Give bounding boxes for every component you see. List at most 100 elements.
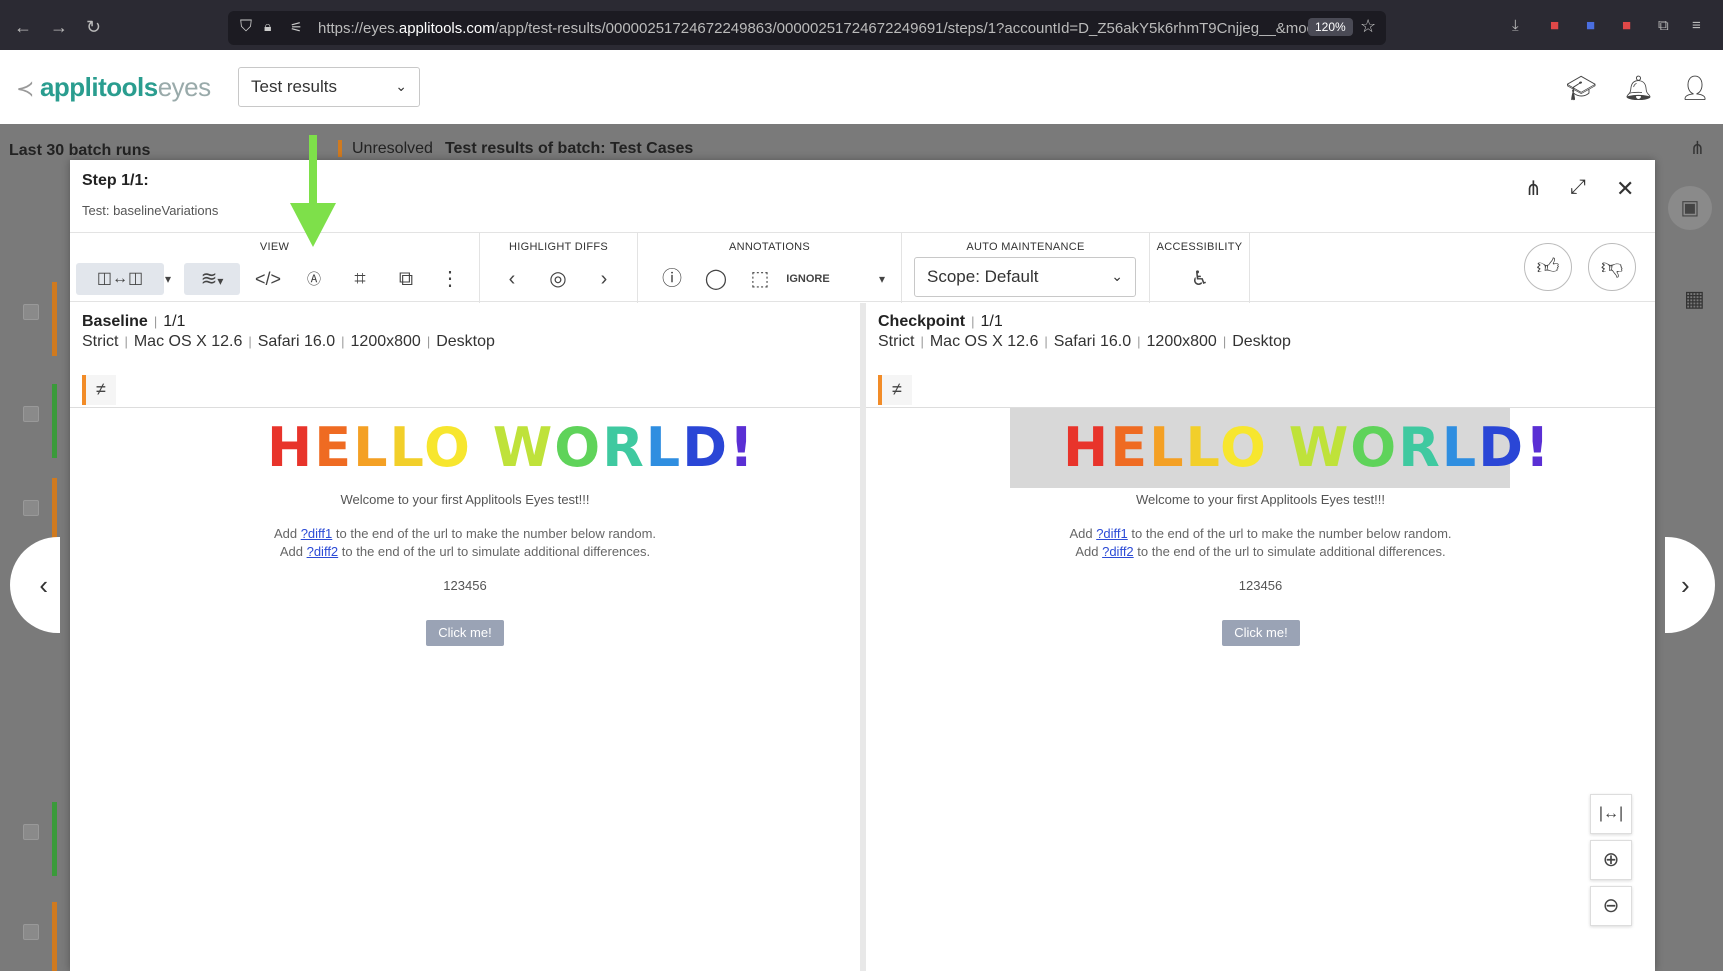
bell-icon[interactable]: 🔔︎ bbox=[1623, 74, 1653, 103]
lock-icon: 🔒︎ bbox=[264, 18, 272, 34]
random-number: 123456 bbox=[1238, 578, 1283, 593]
baseline-pane: Baseline | 1/1 Strict | Mac OS X 12.6 | Safari… bbox=[70, 303, 860, 971]
expand-icon[interactable]: ⤢ bbox=[1570, 176, 1586, 199]
close-icon[interactable]: ✕ bbox=[1616, 176, 1634, 202]
diff1-link[interactable]: ?diff1 bbox=[1096, 526, 1128, 541]
thumbs-down-icon: 👎︎ bbox=[1600, 254, 1624, 279]
checkpoint-screenshot[interactable]: HELLO WORLD! Welcome to your first Appli… bbox=[866, 407, 1655, 971]
fit-width-icon[interactable]: |↔| bbox=[1590, 794, 1632, 834]
reload-icon[interactable]: ↻ bbox=[86, 17, 101, 38]
batch-header: Unresolved Test results of batch: Test Ca… bbox=[338, 140, 693, 158]
diff2-instruction: Add ?diff2 to the end of the url to simu… bbox=[279, 544, 651, 559]
batch-row[interactable] bbox=[0, 794, 68, 884]
welcome-text: Welcome to your first Applitools Eyes te… bbox=[1135, 492, 1386, 507]
address-bar[interactable]: ⛉ 🔒︎ ⚟ https://eyes.applitools.com/app/t… bbox=[228, 11, 1386, 45]
menu-icon[interactable]: ≡ bbox=[1692, 17, 1701, 34]
step-title: Step 1/1: bbox=[82, 172, 149, 189]
view-mode-caret-icon[interactable]: ▾ bbox=[160, 263, 176, 295]
click-me-button[interactable]: Click me! bbox=[426, 620, 504, 646]
logo-mark-icon: ≺ bbox=[16, 76, 34, 101]
table-settings-icon[interactable]: ▦ bbox=[1684, 286, 1705, 312]
not-equal-icon[interactable]: ≠ bbox=[878, 375, 912, 405]
auto-maintenance-group: AUTO MAINTENANCE Scope: Default ⌄ bbox=[902, 233, 1150, 303]
save-icon[interactable]: ▣ bbox=[1668, 186, 1712, 230]
thumbs-up-icon: 👍︎ bbox=[1536, 254, 1560, 279]
baseline-header: Baseline | 1/1 bbox=[82, 313, 186, 330]
batch-runs-title: Last 30 batch runs bbox=[9, 142, 151, 159]
layers-button[interactable]: ≋▾ bbox=[184, 263, 240, 295]
extensions-puzzle-icon[interactable]: ⧉ bbox=[1658, 17, 1669, 34]
annotations-group: ANNOTATIONS ⓘ ◯ ⬚ IGNORE ▾ bbox=[638, 233, 902, 303]
browser-toolbar: ← → ↻ ⛉ 🔒︎ ⚟ https://eyes.applitools.com… bbox=[0, 0, 1723, 50]
permissions-icon[interactable]: ⚟ bbox=[290, 19, 303, 36]
crop-icon[interactable]: ⌗ bbox=[342, 263, 378, 295]
extension-icon-red-2[interactable]: ■ bbox=[1622, 17, 1631, 34]
diff2-link[interactable]: ?diff2 bbox=[307, 544, 339, 559]
more-options-icon[interactable]: ⋮ bbox=[432, 263, 468, 295]
graduation-cap-icon[interactable]: 🎓︎ bbox=[1566, 74, 1596, 103]
highlight-diffs-group: HIGHLIGHT DIFFS ‹ ◎ › bbox=[480, 233, 638, 303]
green-pointer-arrow bbox=[290, 135, 336, 247]
diff2-link[interactable]: ?diff2 bbox=[1102, 544, 1134, 559]
chevron-right-icon: › bbox=[1681, 570, 1690, 600]
applitools-logo[interactable]: ≺ applitoolseyes bbox=[16, 72, 211, 103]
user-settings-icon[interactable]: 👤︎ bbox=[1680, 74, 1710, 103]
thumbs-down-button[interactable]: 👎︎ bbox=[1588, 243, 1636, 291]
welcome-text: Welcome to your first Applitools Eyes te… bbox=[340, 492, 590, 507]
app-header: ≺ applitoolseyes Test results ⌄ 🎓︎ 🔔︎ 👤︎ bbox=[0, 50, 1723, 124]
download-icon[interactable]: ⤓ bbox=[1512, 17, 1519, 34]
previous-diff-icon[interactable]: ‹ bbox=[496, 263, 528, 295]
share-icon[interactable]: ⋔ bbox=[1525, 176, 1542, 201]
layers-icon: ≋ bbox=[200, 268, 218, 290]
not-equal-icon[interactable]: ≠ bbox=[82, 375, 116, 405]
chevron-left-icon: ‹ bbox=[39, 570, 48, 600]
next-diff-icon[interactable]: › bbox=[588, 263, 620, 295]
diff2-instruction: Add ?diff2 to the end of the url to simu… bbox=[1075, 544, 1446, 559]
comment-icon[interactable]: ◯ bbox=[700, 263, 732, 295]
baseline-environment: Strict | Mac OS X 12.6 | Safari 16.0 | 1200x80… bbox=[82, 333, 495, 350]
issue-icon[interactable]: ⓘ bbox=[656, 263, 688, 295]
hello-world-heading: HELLO WORLD! bbox=[267, 416, 756, 479]
section-dropdown[interactable]: Test results ⌄ bbox=[238, 67, 420, 107]
extension-icon-blue[interactable]: ■ bbox=[1586, 17, 1595, 34]
test-name: Test: baselineVariations bbox=[82, 203, 219, 218]
click-me-button[interactable]: Click me! bbox=[1222, 620, 1300, 646]
diff1-link[interactable]: ?diff1 bbox=[301, 526, 333, 541]
chevron-down-icon: ⌄ bbox=[1111, 268, 1123, 284]
batch-row[interactable] bbox=[0, 376, 68, 466]
zoom-in-icon[interactable]: ⊕ bbox=[1590, 840, 1632, 880]
region-select-icon[interactable]: ⧉ bbox=[388, 263, 424, 295]
diff1-instruction: Add ?diff1 to the end of the url to make… bbox=[273, 526, 657, 541]
checkpoint-pane: Checkpoint | 1/1 Strict | Mac OS X 12.6 | Safa… bbox=[866, 303, 1655, 971]
accessibility-icon[interactable]: ♿︎ bbox=[1184, 263, 1216, 295]
accessibility-group: ACCESSIBILITY ♿︎ bbox=[1150, 233, 1250, 303]
checkpoint-header: Checkpoint | 1/1 bbox=[878, 313, 1003, 330]
side-by-side-view-button[interactable]: ◫↔◫ bbox=[76, 263, 164, 295]
view-group: VIEW ◫↔◫ ▾ ≋▾ </> Ⓐ ⌗ ⧉ ⋮ bbox=[70, 233, 480, 303]
url-text: https://eyes.applitools.com/app/test-res… bbox=[318, 20, 1315, 37]
forward-icon[interactable]: → bbox=[50, 17, 68, 38]
share-icon[interactable]: ⋔ bbox=[1690, 138, 1705, 159]
highlight-diffs-icon[interactable]: ◎ bbox=[542, 263, 574, 295]
shield-icon: ⛉ bbox=[240, 18, 253, 35]
batch-row[interactable] bbox=[0, 894, 68, 971]
ignore-region-label[interactable]: IGNORE bbox=[778, 263, 838, 295]
scope-dropdown[interactable]: Scope: Default ⌄ bbox=[914, 257, 1136, 297]
annotation-type-caret-icon[interactable]: ▾ bbox=[872, 263, 892, 295]
code-icon[interactable]: </> bbox=[250, 263, 286, 295]
bookmark-star-icon[interactable]: ☆ bbox=[1360, 16, 1376, 37]
zoom-badge[interactable]: 120% bbox=[1308, 18, 1353, 36]
hello-world-heading: HELLO WORLD! bbox=[1063, 416, 1552, 479]
batch-row[interactable] bbox=[0, 274, 68, 364]
diff1-instruction: Add ?diff1 to the end of the url to make… bbox=[1069, 526, 1452, 541]
extension-icon-red[interactable]: ■ bbox=[1550, 17, 1559, 34]
thumbs-up-button[interactable]: 👍︎ bbox=[1524, 243, 1572, 291]
step-editor-modal: Step 1/1: Test: baselineVariations ⋔ ⤢ ✕… bbox=[70, 160, 1655, 971]
chevron-down-icon: ⌄ bbox=[395, 78, 407, 94]
baseline-screenshot[interactable]: HELLO WORLD! Welcome to your first Appli… bbox=[70, 407, 860, 971]
random-number: 123456 bbox=[443, 578, 487, 593]
ignore-region-icon[interactable]: ⬚ bbox=[744, 263, 776, 295]
back-icon[interactable]: ← bbox=[14, 17, 32, 38]
zoom-out-icon[interactable]: ⊖ bbox=[1590, 886, 1632, 926]
ab-compare-icon[interactable]: Ⓐ bbox=[296, 263, 332, 295]
